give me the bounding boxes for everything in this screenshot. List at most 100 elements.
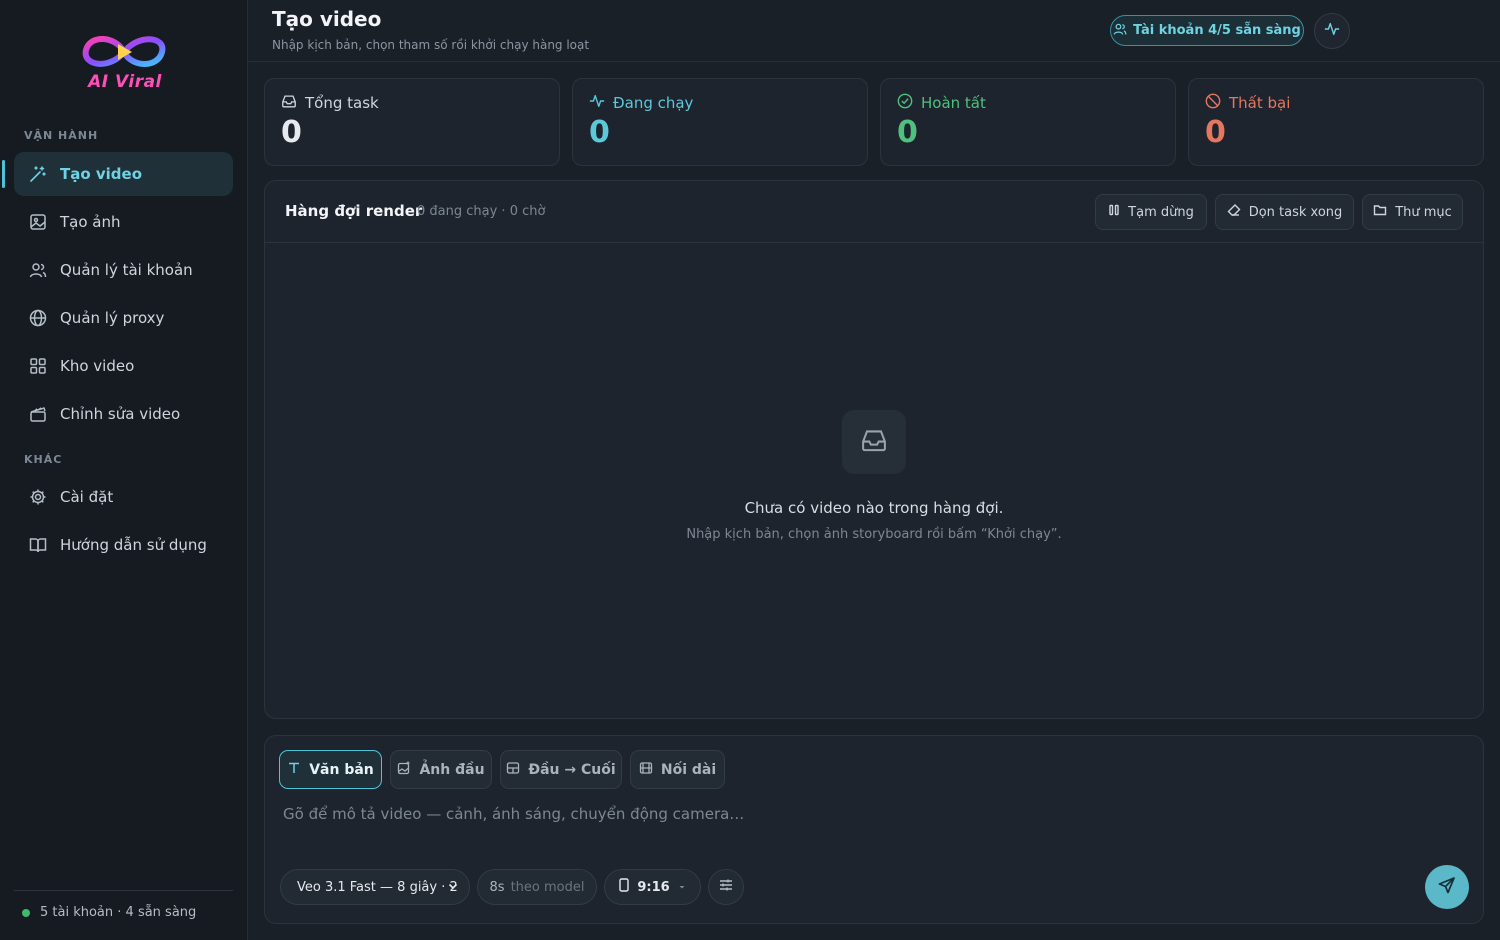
empty-state-box [842,410,906,474]
stat-card-failed: Thất bại 0 [1188,78,1484,166]
phone-portrait-icon [619,878,630,896]
duration-pill: 8s theo model [477,869,597,905]
grid-icon [28,356,48,376]
account-ready-pill[interactable]: Tài khoản 4/5 sẵn sàng [1110,15,1304,46]
stat-value: 0 [281,115,302,150]
mode-tab-label: Ảnh đầu [419,761,485,778]
sidebar-item-settings[interactable]: Cài đặt [14,475,233,519]
sidebar: AI Viral VẬN HÀNH Tạo video Tạo ảnh Quản… [0,0,248,940]
queue-title: Hàng đợi render [285,202,423,220]
account-status-footer: 5 tài khoản · 4 sẵn sàng [14,890,233,920]
stat-card-done: Hoàn tất 0 [880,78,1176,166]
activity-pulse-icon [1324,21,1340,41]
pause-button[interactable]: Tạm dừng [1095,194,1207,230]
mode-tab-text[interactable]: Văn bản [279,750,382,789]
activity-pulse-icon [589,93,605,113]
sidebar-item-tao-anh[interactable]: Tạo ảnh [14,200,233,244]
mode-tab-extend[interactable]: Nối dài [630,750,725,789]
sidebar-item-tao-video[interactable]: Tạo video [2,152,233,196]
gear-icon [28,487,48,507]
folder-icon [1373,203,1387,221]
aspect-ratio-value: 9:16 [637,879,670,895]
sidebar-item-proxy[interactable]: Quản lý proxy [14,296,233,340]
sidebar-item-guide[interactable]: Hướng dẫn sử dụng [14,523,233,567]
page-header: Tạo video Nhập kịch bản, chọn tham số rồ… [248,0,1500,62]
chevron-down-icon [447,880,459,896]
book-icon [28,535,48,555]
send-icon [1438,876,1456,898]
sidebar-item-label: Kho video [60,357,135,375]
pause-icon [1108,204,1120,220]
empty-state-subtitle: Nhập kịch bản, chọn ảnh storyboard rồi b… [686,527,1062,542]
account-ready-label: Tài khoản 4/5 sẵn sàng [1133,23,1301,38]
prompt-input[interactable] [283,802,1183,826]
film-icon [639,761,653,779]
page-title: Tạo video [272,7,382,31]
section-label-other: KHÁC [24,453,63,466]
inbox-icon [860,426,888,458]
mode-tab-first-frame[interactable]: Ảnh đầu [390,750,492,789]
sidebar-item-kho-video[interactable]: Kho video [14,344,233,388]
sidebar-item-label: Quản lý proxy [60,309,165,327]
send-button[interactable] [1425,865,1469,909]
empty-state-title: Chưa có video nào trong hàng đợi. [744,499,1004,517]
stat-card-total: Tổng task 0 [264,78,560,166]
sidebar-item-label: Chỉnh sửa video [60,405,181,423]
activity-button[interactable] [1314,13,1350,49]
sliders-icon [718,877,734,897]
model-select[interactable]: Veo 3.1 Fast — 8 giây · 2 [280,869,470,905]
ban-icon [1205,93,1221,113]
stat-value: 0 [589,115,610,150]
image-icon [28,212,48,232]
clapperboard-icon [28,404,48,424]
clean-done-button[interactable]: Dọn task xong [1215,194,1354,230]
aspect-ratio-select[interactable]: 9:16 [604,869,701,905]
stat-label: Thất bại [1229,94,1291,112]
folder-label: Thư mục [1395,204,1452,220]
image-plus-icon [397,761,411,779]
stat-card-running: Đang chạy 0 [572,78,868,166]
prompt-composer: Văn bản Ảnh đầu Đầu → Cuối Nối dài Veo 3… [264,735,1484,924]
sidebar-item-label: Tạo video [60,165,143,183]
stat-value: 0 [897,115,918,150]
mode-tab-label: Đầu → Cuối [528,761,616,778]
duration-value: 8s [489,879,505,895]
sidebar-item-edit-video[interactable]: Chỉnh sửa video [14,392,233,436]
clean-done-label: Dọn task xong [1248,204,1343,220]
model-select-value: Veo 3.1 Fast — 8 giây · 2 [297,879,458,895]
text-icon [287,761,301,779]
advanced-settings-button[interactable] [708,869,744,905]
stat-label: Hoàn tất [921,94,986,112]
eraser-icon [1227,203,1241,221]
sidebar-item-label: Hướng dẫn sử dụng [60,536,207,554]
sidebar-item-label: Cài đặt [60,488,114,506]
page-subtitle: Nhập kịch bản, chọn tham số rồi khởi chạ… [272,38,590,52]
stat-label: Tổng task [305,94,379,112]
caret-down-icon [678,880,686,895]
users-icon [1113,22,1127,40]
account-status-text: 5 tài khoản · 4 sẵn sàng [40,905,197,920]
users-icon [28,260,48,280]
inbox-icon [281,93,297,113]
stat-value: 0 [1205,115,1226,150]
queue-meta: 0 đang chạy · 0 chờ [417,204,546,219]
brand-logo[interactable]: AI Viral [76,26,172,96]
duration-note: theo model [510,879,585,895]
layout-icon [506,761,520,779]
sidebar-item-label: Tạo ảnh [60,213,121,231]
pause-label: Tạm dừng [1128,204,1194,220]
stat-label: Đang chạy [613,94,694,112]
mode-tab-label: Văn bản [309,761,374,778]
render-queue-header: Hàng đợi render 0 đang chạy · 0 chờ Tạm … [265,181,1483,243]
section-label-ops: VẬN HÀNH [24,129,99,142]
mode-tab-first-last[interactable]: Đầu → Cuối [500,750,622,789]
logo-text: AI Viral [88,72,162,92]
mode-tab-label: Nối dài [660,761,717,778]
folder-button[interactable]: Thư mục [1362,194,1463,230]
render-queue-panel: Hàng đợi render 0 đang chạy · 0 chờ Tạm … [264,180,1484,719]
online-status-dot [22,908,30,917]
sidebar-item-accounts[interactable]: Quản lý tài khoản [14,248,233,292]
check-circle-icon [897,93,913,113]
magic-wand-icon [28,164,48,184]
sidebar-item-label: Quản lý tài khoản [60,261,193,279]
